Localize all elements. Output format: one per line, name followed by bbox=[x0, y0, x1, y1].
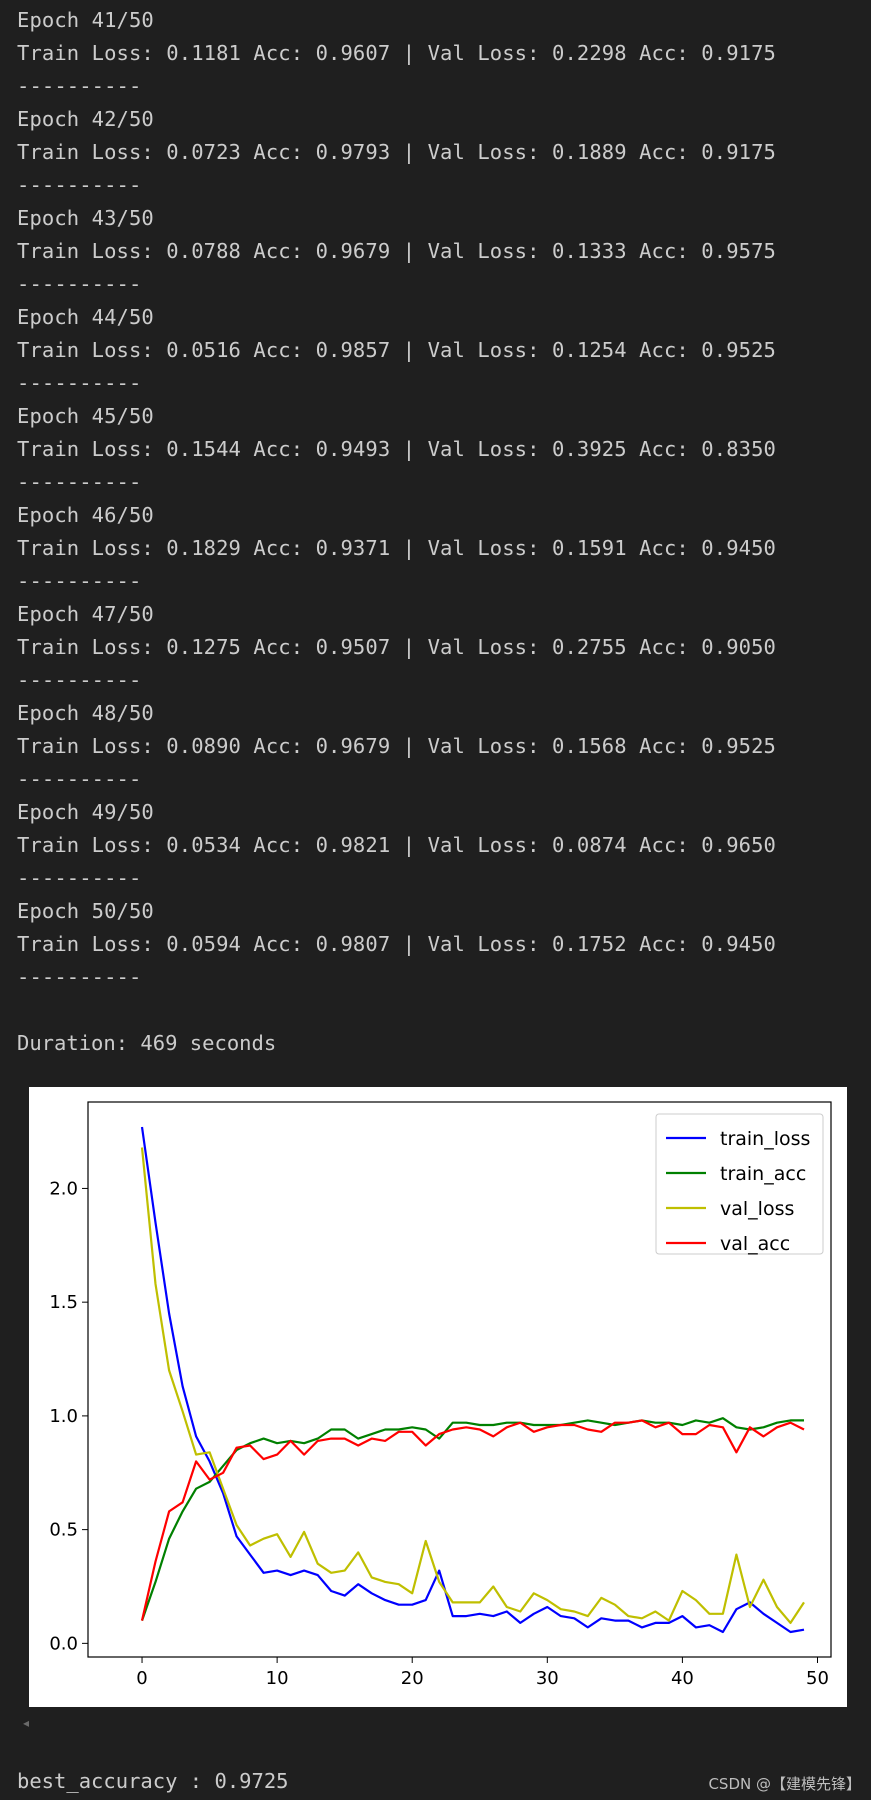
best-accuracy-text: best_accuracy : 0.9725 bbox=[17, 1769, 289, 1793]
log-separator: ---------- bbox=[17, 767, 142, 791]
training-curves-chart: 0 10 20 30 40 50 0.0 0.5 1.0 1.5 2.0 train_losstrai… bbox=[49, 1101, 832, 1689]
watermark: CSDN @【建模先锋】 bbox=[708, 1775, 861, 1793]
y-tick-label: 0.0 bbox=[49, 1633, 78, 1654]
x-tick-label: 20 bbox=[401, 1668, 424, 1689]
legend-label: train_acc bbox=[720, 1163, 806, 1185]
x-tick-label: 10 bbox=[266, 1668, 289, 1689]
log-metrics-line: Train Loss: 0.0723 Acc: 0.9793 | Val Los… bbox=[17, 140, 776, 164]
y-tick-label: 1.5 bbox=[49, 1292, 78, 1313]
log-metrics-line: Train Loss: 0.1829 Acc: 0.9371 | Val Los… bbox=[17, 536, 776, 560]
legend-label: val_loss bbox=[720, 1198, 794, 1220]
log-separator: ---------- bbox=[17, 272, 142, 296]
log-separator: ---------- bbox=[17, 173, 142, 197]
log-epoch-line: Epoch 46/50 bbox=[17, 503, 154, 527]
legend-label: train_loss bbox=[720, 1128, 810, 1150]
series-line-train_acc bbox=[140, 1417, 804, 1621]
log-epoch-line: Epoch 44/50 bbox=[17, 305, 154, 329]
log-metrics-line: Train Loss: 0.1275 Acc: 0.9507 | Val Los… bbox=[17, 635, 776, 659]
y-tick-label: 0.5 bbox=[49, 1520, 78, 1541]
log-metrics-line: Train Loss: 0.0594 Acc: 0.9807 | Val Los… bbox=[17, 932, 776, 956]
x-tick-label: 30 bbox=[536, 1668, 559, 1689]
log-separator: ---------- bbox=[17, 371, 142, 395]
log-epoch-line: Epoch 50/50 bbox=[17, 899, 154, 923]
log-separator: ---------- bbox=[17, 668, 142, 692]
log-metrics-line: Train Loss: 0.0890 Acc: 0.9679 | Val Los… bbox=[17, 734, 776, 758]
x-tick-label: 50 bbox=[806, 1668, 829, 1689]
log-epoch-line: Epoch 47/50 bbox=[17, 602, 154, 626]
training-log: Epoch 41/50 Train Loss: 0.1181 Acc: 0.960… bbox=[17, 4, 776, 994]
log-epoch-line: Epoch 48/50 bbox=[17, 701, 154, 725]
log-separator: ---------- bbox=[17, 470, 142, 494]
log-epoch-line: Epoch 41/50 bbox=[17, 8, 154, 32]
log-metrics-line: Train Loss: 0.1544 Acc: 0.9493 | Val Los… bbox=[17, 437, 776, 461]
log-separator: ---------- bbox=[17, 965, 142, 989]
log-epoch-line: Epoch 43/50 bbox=[17, 206, 154, 230]
y-tick-label: 1.0 bbox=[49, 1406, 78, 1427]
log-epoch-line: Epoch 49/50 bbox=[17, 800, 154, 824]
log-epoch-line: Epoch 45/50 bbox=[17, 404, 154, 428]
log-separator: ---------- bbox=[17, 74, 142, 98]
log-metrics-line: Train Loss: 0.1181 Acc: 0.9607 | Val Los… bbox=[17, 41, 776, 65]
log-epoch-line: Epoch 42/50 bbox=[17, 107, 154, 131]
log-metrics-line: Train Loss: 0.0516 Acc: 0.9857 | Val Los… bbox=[17, 338, 776, 362]
log-metrics-line: Train Loss: 0.0534 Acc: 0.9821 | Val Los… bbox=[17, 833, 776, 857]
x-tick-label: 0 bbox=[136, 1668, 147, 1689]
scroll-left-arrow-icon[interactable]: ◂ bbox=[23, 1716, 29, 1730]
log-separator: ---------- bbox=[17, 866, 142, 890]
training-curves-figure: 0 10 20 30 40 50 0.0 0.5 1.0 1.5 2.0 train_losstrai… bbox=[29, 1087, 847, 1707]
log-separator: ---------- bbox=[17, 569, 142, 593]
y-tick-label: 2.0 bbox=[49, 1178, 78, 1199]
legend-label: val_acc bbox=[720, 1233, 790, 1255]
log-metrics-line: Train Loss: 0.0788 Acc: 0.9679 | Val Los… bbox=[17, 239, 776, 263]
x-tick-label: 40 bbox=[671, 1668, 694, 1689]
series-line-val_acc bbox=[140, 1419, 805, 1621]
duration-text: Duration: 469 seconds bbox=[17, 1031, 277, 1055]
